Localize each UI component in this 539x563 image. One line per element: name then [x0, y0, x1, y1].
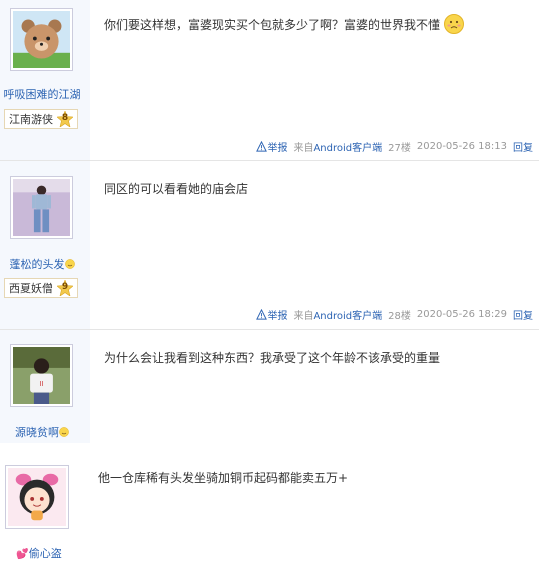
from-prefix: 来自: [293, 311, 314, 322]
client-link[interactable]: Android客户端: [313, 311, 382, 322]
svg-text:II: II: [40, 380, 44, 388]
smile-icon: [64, 259, 75, 269]
anime-girl-avatar-image: [8, 468, 66, 526]
emoji-embarrassed-icon: [443, 14, 464, 34]
post-content: 同区的可以看看她的庙会店: [104, 182, 249, 196]
username-link[interactable]: 蓬松的头发: [0, 256, 84, 272]
avatar[interactable]: [10, 176, 73, 239]
person-photo-avatar-image: II: [13, 347, 70, 404]
level-star-icon: 9: [56, 279, 74, 297]
username-link[interactable]: 💕偷心盗: [0, 545, 78, 561]
level-number: 8: [61, 113, 69, 123]
reply-button[interactable]: 回复: [513, 307, 533, 322]
smile-icon: [59, 427, 69, 437]
post-time: 2020-05-26 18:29: [416, 309, 507, 320]
reply-button[interactable]: 回复: [513, 139, 533, 154]
post-floor-28: 蓬松的头发 西夏妖僧 9 同区的可以看看她的庙会店 举报 来自Android客户…: [0, 161, 539, 330]
from-prefix: 来自: [293, 143, 314, 154]
user-level-badge[interactable]: 西夏妖僧 9: [4, 278, 78, 298]
floor-number: 27楼: [388, 143, 411, 154]
person-photo-avatar-image: [13, 179, 70, 236]
username-link[interactable]: 呼吸困难的江湖: [0, 86, 84, 102]
bear-avatar-image: [13, 11, 70, 68]
warning-icon: [256, 309, 268, 320]
avatar[interactable]: II: [10, 344, 73, 407]
post-floor-27: 呼吸困难的江湖 江南游侠 8 你们要这样想，富婆现实买个包就多少了啊？富婆的世界…: [0, 0, 539, 161]
level-title: 江南游侠: [9, 113, 53, 126]
report-button[interactable]: 举报: [256, 307, 287, 322]
post-floor-30: 💕偷心盗 他一仓库稀有头发坐骑加铜币起码都能卖五万+: [0, 451, 539, 563]
post-tail: 举报 来自Android客户端 27楼 2020-05-26 18:13 回复: [256, 139, 533, 154]
level-number: 9: [61, 282, 69, 292]
post-floor-29: II 源晓贫啊 为什么会让我看到这种东西？我承受了这个年龄不该承受的重量: [0, 330, 539, 443]
avatar[interactable]: [5, 465, 69, 529]
post-content: 他一仓库稀有头发坐骑加铜币起码都能卖五万+: [98, 471, 349, 485]
username-link[interactable]: 源晓贫啊: [0, 424, 84, 440]
avatar[interactable]: [10, 8, 73, 71]
client-link[interactable]: Android客户端: [313, 143, 382, 154]
report-button[interactable]: 举报: [256, 139, 287, 154]
post-tail: 举报 来自Android客户端 28楼 2020-05-26 18:29 回复: [256, 307, 533, 322]
level-star-icon: 8: [56, 110, 74, 128]
floor-number: 28楼: [388, 311, 411, 322]
post-content: 为什么会让我看到这种东西？我承受了这个年龄不该承受的重量: [104, 351, 441, 365]
user-level-badge[interactable]: 江南游侠 8: [4, 109, 78, 129]
warning-icon: [256, 141, 268, 152]
heart-icon: 💕: [16, 549, 29, 560]
post-time: 2020-05-26 18:13: [416, 141, 507, 152]
post-content: 你们要这样想，富婆现实买个包就多少了啊？富婆的世界我不懂: [104, 14, 464, 34]
level-title: 西夏妖僧: [9, 282, 53, 295]
